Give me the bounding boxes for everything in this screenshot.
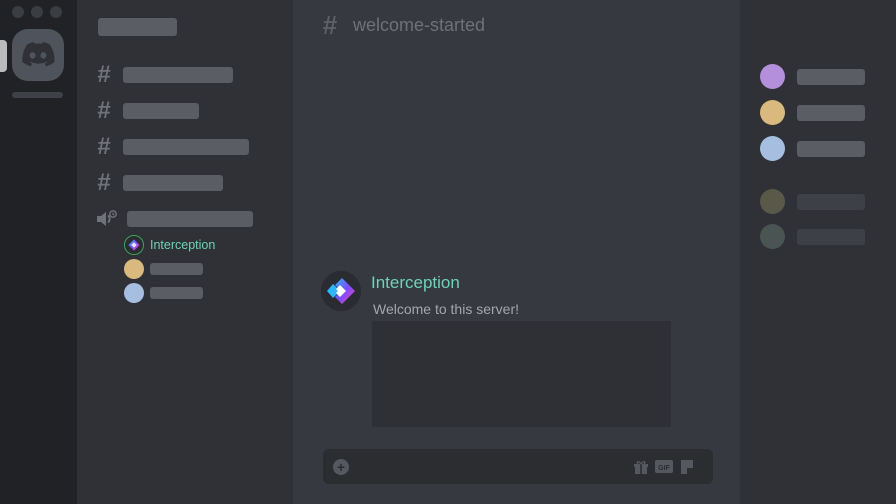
server-rail — [0, 0, 77, 504]
avatar — [124, 259, 144, 279]
channel-name-placeholder — [127, 211, 253, 227]
speaker-icon — [97, 210, 117, 226]
interception-logo-icon — [321, 271, 361, 311]
channel-name-placeholder — [123, 103, 199, 119]
member-item[interactable] — [760, 100, 865, 125]
active-server-indicator — [0, 40, 7, 72]
avatar — [760, 224, 785, 249]
channel-name-placeholder — [123, 67, 233, 83]
gift-icon[interactable] — [633, 459, 649, 474]
hash-icon: # — [97, 133, 111, 160]
member-name-placeholder — [797, 104, 865, 121]
voice-user-name-placeholder — [150, 287, 203, 299]
channel-title: welcome-started — [353, 14, 486, 35]
text-channel-3[interactable]: # — [95, 133, 249, 160]
text-channel-2[interactable]: # — [95, 97, 199, 124]
window-maximize-dot[interactable] — [50, 6, 62, 18]
voice-user-2[interactable] — [124, 259, 203, 279]
member-item-offline[interactable] — [760, 189, 865, 214]
home-server-button[interactable] — [12, 29, 64, 81]
voice-user-3[interactable] — [124, 283, 203, 303]
member-name-placeholder — [797, 68, 865, 85]
voice-user-name: Interception — [150, 238, 216, 252]
message-author[interactable]: Interception — [371, 273, 460, 293]
window-controls — [12, 6, 62, 18]
channel-name-placeholder — [123, 139, 249, 155]
discord-icon — [22, 42, 55, 67]
avatar — [760, 136, 785, 161]
voice-user-name-placeholder — [150, 263, 203, 275]
channel-name-placeholder — [123, 175, 223, 191]
window-minimize-dot[interactable] — [31, 6, 43, 18]
message-text: Welcome to this server! — [373, 301, 520, 317]
channel-sidebar: # # # # Interception — [77, 0, 293, 504]
member-item[interactable] — [760, 64, 865, 89]
gif-icon[interactable]: GIF — [655, 459, 673, 474]
avatar — [124, 235, 144, 255]
plus-icon[interactable]: + — [333, 459, 349, 475]
text-channel-4[interactable]: # — [95, 169, 223, 196]
hash-icon: # — [322, 10, 338, 40]
window-close-dot[interactable] — [12, 6, 24, 18]
message-embed — [372, 321, 671, 427]
interception-logo-icon — [128, 239, 140, 251]
text-channel-1[interactable]: # — [95, 61, 233, 88]
avatar — [124, 283, 144, 303]
member-name-placeholder — [797, 193, 865, 210]
avatar — [760, 100, 785, 125]
server-name-placeholder[interactable] — [98, 18, 177, 36]
message-avatar[interactable] — [321, 271, 361, 311]
voice-channel[interactable] — [95, 208, 253, 230]
member-name-placeholder — [797, 140, 865, 157]
voice-user-1[interactable]: Interception — [124, 235, 215, 255]
member-item-offline[interactable] — [760, 224, 865, 249]
member-list — [740, 0, 896, 504]
member-name-placeholder — [797, 228, 865, 245]
message-input[interactable]: + GIF — [323, 449, 713, 484]
avatar — [760, 189, 785, 214]
svg-text:GIF: GIF — [658, 465, 670, 472]
chat-area: # welcome-started Interception Welcome t… — [293, 0, 740, 504]
hash-icon: # — [97, 169, 111, 196]
rail-divider — [12, 92, 63, 98]
avatar — [760, 64, 785, 89]
channel-header: # welcome-started — [321, 10, 486, 40]
member-item[interactable] — [760, 136, 865, 161]
hash-icon: # — [97, 61, 111, 88]
hash-icon: # — [97, 97, 111, 124]
sticker-icon[interactable] — [679, 459, 695, 474]
